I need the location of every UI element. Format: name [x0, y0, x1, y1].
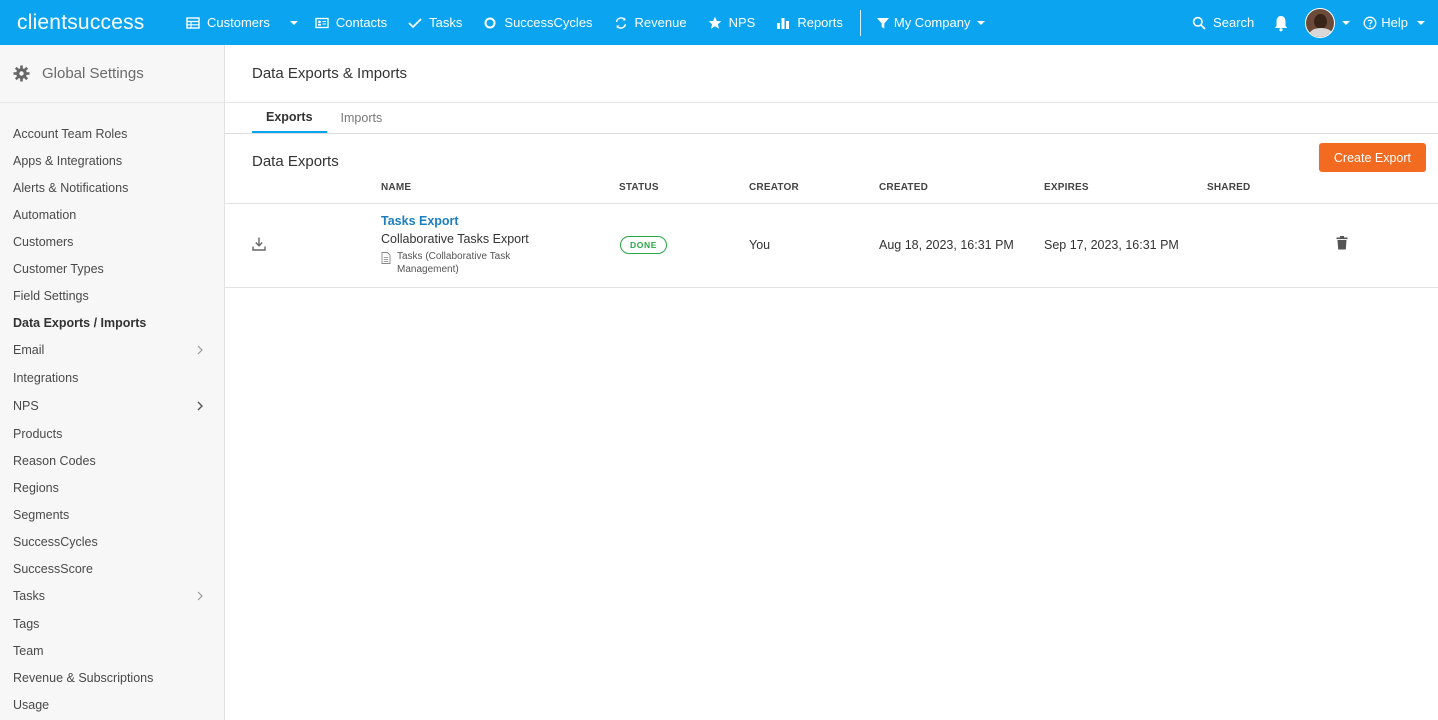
sidebar-item-revenue-subscriptions[interactable]: Revenue & Subscriptions	[0, 664, 224, 691]
nav-revenue[interactable]: Revenue	[614, 0, 687, 45]
nav-reports[interactable]: Reports	[776, 0, 843, 45]
company-filter-dropdown[interactable]: My Company	[876, 0, 987, 45]
creator-cell: You	[749, 238, 771, 252]
status-badge: DONE	[620, 236, 667, 254]
sidebar-item-customer-types[interactable]: Customer Types	[0, 255, 224, 282]
sidebar-item-segments[interactable]: Segments	[0, 501, 224, 528]
sidebar-item-customers[interactable]: Customers	[0, 228, 224, 255]
sidebar-item-products[interactable]: Products	[0, 420, 224, 447]
gear-icon	[13, 65, 30, 82]
sidebar-item-regions[interactable]: Regions	[0, 474, 224, 501]
tab-imports[interactable]: Imports	[327, 103, 397, 133]
bell-icon[interactable]	[1272, 14, 1290, 32]
nav-customers[interactable]: Customers	[186, 0, 270, 45]
bar-chart-icon	[777, 17, 790, 29]
chevron-right-icon	[197, 401, 203, 411]
filter-icon	[876, 17, 889, 28]
question-circle-icon	[1363, 16, 1377, 29]
search-button[interactable]: Search	[1192, 15, 1254, 30]
refresh-icon	[615, 16, 626, 29]
export-file: Tasks (Collaborative Task Management)	[381, 250, 537, 276]
sidebar-item-apps-integrations[interactable]: Apps & Integrations	[0, 147, 224, 174]
top-navigation-bar: clientsuccess Customers Contacts Tasks S…	[0, 0, 1438, 45]
column-header-creator[interactable]: CREATOR	[749, 182, 799, 193]
sidebar-item-email[interactable]: Email	[0, 336, 224, 364]
nav-contacts[interactable]: Contacts	[315, 0, 387, 45]
nav-successcycles[interactable]: SuccessCycles	[483, 0, 593, 45]
nav-tasks[interactable]: Tasks	[408, 0, 462, 45]
expires-cell: Sep 17, 2023, 16:31 PM	[1044, 238, 1179, 252]
created-cell: Aug 18, 2023, 16:31 PM	[879, 238, 1014, 252]
id-card-icon	[315, 17, 329, 28]
settings-sidebar: Global Settings Account Team Roles Apps …	[0, 45, 225, 720]
main-nav: Customers Contacts Tasks SuccessCycles R…	[186, 0, 1007, 45]
help-menu[interactable]: Help	[1363, 15, 1426, 30]
trash-icon[interactable]	[1336, 236, 1348, 250]
table-row: Tasks Export Collaborative Tasks Export …	[225, 204, 1438, 288]
column-header-name[interactable]: NAME	[381, 182, 411, 193]
column-header-expires[interactable]: EXPIRES	[1044, 182, 1089, 193]
avatar[interactable]	[1305, 7, 1336, 38]
sidebar-item-tasks[interactable]: Tasks	[0, 582, 224, 610]
search-icon	[1192, 16, 1206, 30]
sidebar-item-alerts-notifications[interactable]: Alerts & Notifications	[0, 174, 224, 201]
tab-exports[interactable]: Exports	[252, 103, 327, 133]
checkmark-icon	[408, 17, 422, 28]
top-right-controls: Search Help	[1192, 0, 1438, 45]
chevron-down-icon	[977, 20, 986, 25]
export-name-link[interactable]: Tasks Export	[381, 214, 459, 228]
sidebar-item-successscore[interactable]: SuccessScore	[0, 555, 224, 582]
sidebar-item-account-team-roles[interactable]: Account Team Roles	[0, 120, 224, 147]
sidebar-header: Global Settings	[0, 45, 224, 103]
column-header-shared[interactable]: SHARED	[1207, 182, 1250, 193]
sidebar-item-integrations[interactable]: Integrations	[0, 364, 224, 392]
sidebar-item-reason-codes[interactable]: Reason Codes	[0, 447, 224, 474]
table-header: NAME STATUS CREATOR CREATED EXPIRES SHAR…	[225, 172, 1438, 204]
nav-divider	[859, 9, 861, 36]
chevron-down-icon	[1417, 20, 1425, 25]
sidebar-item-data-exports-imports[interactable]: Data Exports / Imports	[0, 309, 224, 336]
sidebar-item-automation[interactable]: Automation	[0, 201, 224, 228]
main-content: Data Exports & Imports Exports Imports D…	[225, 45, 1438, 720]
create-export-button[interactable]: Create Export	[1318, 143, 1426, 172]
sidebar-list: Account Team Roles Apps & Integrations A…	[0, 103, 224, 718]
column-header-created[interactable]: CREATED	[879, 182, 928, 193]
sidebar-item-successcycles[interactable]: SuccessCycles	[0, 528, 224, 555]
sidebar-item-usage[interactable]: Usage	[0, 691, 224, 718]
star-icon	[708, 16, 721, 29]
chevron-right-icon	[197, 345, 203, 355]
section-title: Data Exports	[252, 153, 339, 170]
document-icon	[381, 252, 391, 264]
tab-bar: Exports Imports	[225, 103, 1438, 134]
sidebar-item-nps[interactable]: NPS	[0, 392, 224, 420]
customers-dropdown-caret-icon[interactable]	[289, 18, 299, 28]
exports-section-header: Data Exports Create Export	[225, 134, 1438, 172]
chevron-right-icon	[197, 591, 203, 601]
clientsuccess-logo[interactable]: clientsuccess	[17, 11, 167, 35]
nav-nps[interactable]: NPS	[708, 0, 755, 45]
sidebar-item-team[interactable]: Team	[0, 637, 224, 664]
table-icon	[186, 16, 200, 29]
sidebar-item-tags[interactable]: Tags	[0, 610, 224, 637]
export-description: Collaborative Tasks Export	[381, 232, 529, 246]
sidebar-title: Global Settings	[42, 65, 144, 82]
page-title: Data Exports & Imports	[225, 45, 1438, 103]
download-icon[interactable]	[251, 236, 267, 252]
column-header-status[interactable]: STATUS	[619, 182, 659, 193]
sidebar-item-field-settings[interactable]: Field Settings	[0, 282, 224, 309]
cycle-icon	[484, 17, 496, 28]
profile-caret-icon[interactable]	[1341, 18, 1351, 28]
